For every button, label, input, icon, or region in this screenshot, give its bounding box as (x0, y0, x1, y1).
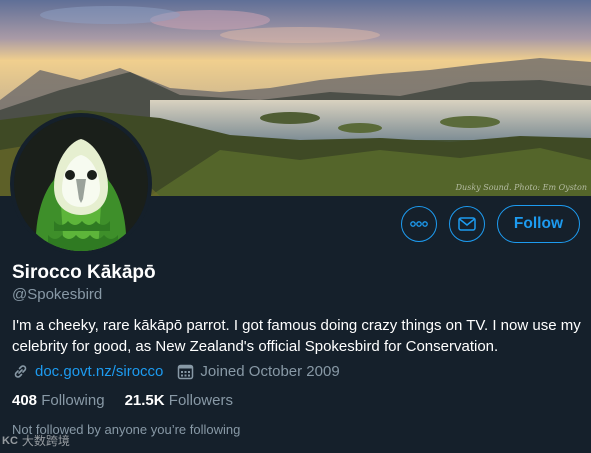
profile-actions: Follow (400, 205, 580, 243)
link-icon (14, 365, 27, 378)
profile-counts: 408 Following 21.5K Followers (12, 392, 253, 409)
website-link[interactable]: doc.govt.nz/sirocco (35, 363, 163, 380)
following-count-link[interactable]: 408 Following (12, 392, 105, 409)
followers-label: Followers (168, 392, 233, 409)
more-icon (410, 221, 428, 227)
profile-handle: @Spokesbird (12, 286, 103, 303)
profile-bio: I'm a cheeky, rare kākāpō parrot. I got … (12, 317, 581, 355)
calendar-icon (178, 364, 194, 380)
watermark-text: 大数跨境 (21, 434, 70, 448)
profile-website[interactable]: doc.govt.nz/sirocco (12, 363, 163, 380)
following-count: 408 (12, 392, 42, 409)
kakapo-avatar-image (14, 117, 148, 251)
profile-joined: Joined October 2009 (177, 363, 340, 380)
mail-icon (458, 217, 476, 231)
following-label: Following (41, 392, 105, 409)
joined-date: Joined October 2009 (200, 363, 340, 380)
profile-avatar[interactable] (10, 113, 152, 255)
followers-count: 21.5K (124, 392, 169, 409)
profile-display-name: Sirocco Kākāpō (12, 262, 156, 283)
profile-meta: doc.govt.nz/sirocco Joined October 2009 (12, 363, 354, 380)
watermark: KC 大数跨境 (2, 432, 70, 449)
message-button[interactable] (448, 206, 485, 242)
followers-count-link[interactable]: 21.5K Followers (125, 392, 233, 409)
banner-photo-credit: Dusky Sound. Photo: Em Oyston (455, 183, 587, 192)
more-button[interactable] (400, 206, 437, 242)
follow-button[interactable]: Follow (496, 205, 580, 243)
watermark-logo: KC (2, 434, 18, 447)
